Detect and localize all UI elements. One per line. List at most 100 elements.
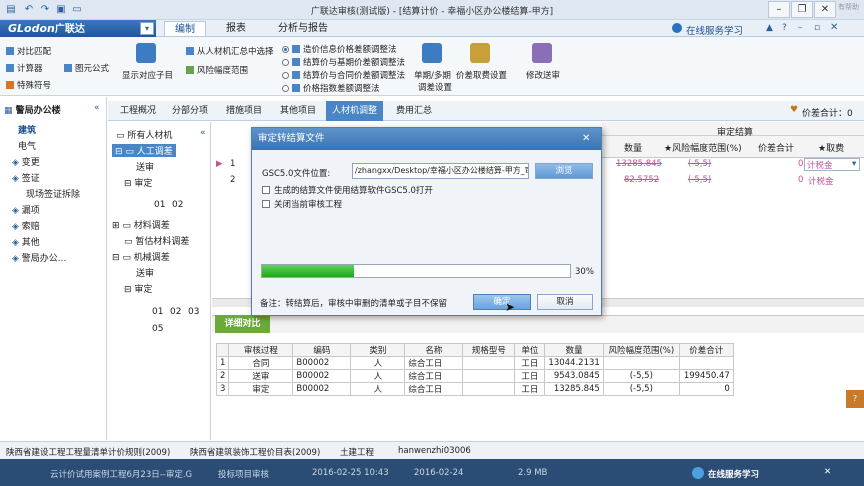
collapse-subtree-icon[interactable]: « [200, 128, 206, 138]
menu-report[interactable]: 报表 [216, 21, 256, 36]
tree-item-electric[interactable]: 电气 [18, 139, 36, 152]
fee-dropdown-icon[interactable]: ▾ [852, 159, 856, 169]
radio-selected-icon [282, 46, 289, 53]
tab-items[interactable]: 分部分项 [166, 101, 214, 121]
tab-overview[interactable]: 工程概况 [114, 101, 162, 121]
side-helper-icon[interactable]: ? [846, 390, 864, 408]
show-quota-button[interactable]: 显示对应子目 [122, 69, 173, 81]
compare-match-button[interactable]: 对比匹配 [6, 45, 51, 57]
radio-info-price[interactable]: 造价信息价格差额调整法 [282, 43, 397, 55]
table-row[interactable]: 1 合同 B00002 人综合工日 工日 13044.2131 [215, 356, 734, 370]
window-close-icon[interactable]: ✕ [830, 22, 838, 33]
risk-icon [186, 66, 194, 74]
show-quota-icon [136, 43, 156, 63]
tab-others[interactable]: 其他项目 [274, 101, 322, 121]
taskbar-close-icon[interactable]: ✕ [824, 467, 831, 477]
tree-item-claim[interactable]: ◈ 索赔 [12, 219, 40, 232]
subtree-labor[interactable]: ⊟ ▭ 人工调差 [112, 144, 176, 157]
modify-submit-button[interactable]: 修改送审 [526, 69, 560, 81]
radio-price-index[interactable]: 价格指数差额调整法 [282, 82, 380, 94]
window-restore-icon[interactable]: ▫ [814, 23, 820, 33]
adjust-settings-label[interactable]: 调差设置 [418, 81, 452, 93]
online-service-icon [672, 23, 682, 33]
close-project-checkbox[interactable]: 关闭当前审核工程 [262, 198, 342, 210]
tree-item-office[interactable]: ◈ 警局办公... [12, 251, 66, 264]
compare-icon [6, 47, 14, 55]
close-window-button[interactable]: ✕ [814, 1, 836, 18]
price-diff-settings-button[interactable]: 价差取费设置 [456, 69, 507, 81]
tab-material-adjust[interactable]: 人材机调整 [326, 101, 384, 121]
subtree-machine-01[interactable]: 01 [152, 307, 163, 317]
tree-item-change[interactable]: ◈ 变更 [12, 155, 40, 168]
subtree-estimate[interactable]: ▭ 暂估材料调差 [124, 234, 189, 247]
subtree-machine-03[interactable]: 03 [188, 307, 199, 317]
browse-button[interactable]: 浏览 [535, 163, 593, 179]
tree-item-architecture[interactable]: 建筑 [18, 123, 36, 136]
online-service-link[interactable]: 在线服务学习 [686, 23, 743, 37]
file-location-input[interactable]: /zhangxx/Desktop/幸福小区办公楼结算-甲方_审定.GSC5 [352, 163, 529, 179]
tree-root[interactable]: ▦ 警局办公楼 [4, 103, 61, 116]
subtree-material[interactable]: ⊞ ▭ 材料调差 [112, 218, 170, 231]
taskbar-online-learning[interactable]: 在线服务学习 [708, 468, 759, 480]
help-badge: 有帮助 [838, 3, 859, 11]
subtree-machine-02[interactable]: 02 [170, 307, 181, 317]
status-user: hanwenzhi03006 [398, 446, 471, 456]
collapse-left-icon[interactable]: « [94, 103, 100, 113]
subtree-machine[interactable]: ⊟ ▭ 机械调差 [112, 250, 170, 263]
calculator-button[interactable]: 计算器 [6, 62, 43, 74]
subtree-machine-submit[interactable]: 送审 [136, 266, 154, 279]
radio-base-price[interactable]: 结算价与基期价差额调整法 [282, 56, 405, 68]
subtree-labor-01[interactable]: 01 [154, 200, 165, 210]
menu-analysis[interactable]: 分析与报告 [268, 21, 338, 36]
minimize-ribbon-icon[interactable]: ▲ [766, 23, 773, 33]
subtree-labor-approved[interactable]: ⊟ 审定 [124, 176, 152, 189]
tree-item-site-visa[interactable]: 现场签证拆除 [26, 187, 80, 200]
select-from-summary-button[interactable]: 从人材机汇总中选择 [186, 45, 274, 57]
tab-measures[interactable]: 措施项目 [220, 101, 268, 121]
menu-edit[interactable]: 编制 [164, 21, 206, 36]
radio-contract-price[interactable]: 结算价与合同价差额调整法 [282, 69, 405, 81]
tree-item-other[interactable]: ◈ 其他 [12, 235, 40, 248]
building-icon: ▦ [4, 106, 13, 116]
open-with-gsc-checkbox[interactable]: 生成的结算文件使用结算软件GSC5.0打开 [262, 184, 433, 196]
content-tabs: 工程概况 分部分项 措施项目 其他项目 人材机调整 费用汇总 ♥ 价差合计：0 [108, 101, 864, 121]
special-symbol-button[interactable]: 特殊符号 [6, 79, 51, 91]
detail-table: 审核过程 编码 类别 名称 规格型号 单位 数量 风险幅度范围(%) 价差合计 … [215, 343, 734, 396]
subtree-machine-approved[interactable]: ⊟ 审定 [124, 282, 152, 295]
status-rule: 陕西省建设工程工程量清单计价规则(2009) [6, 448, 171, 458]
checkbox-icon [262, 186, 270, 194]
taskbar-project[interactable]: 投标项目审核 [218, 468, 269, 480]
help-icon[interactable]: ? [782, 23, 787, 33]
checkbox-icon [262, 200, 270, 208]
element-formula-button[interactable]: 图元公式 [64, 62, 109, 74]
subtree-all[interactable]: ▭ 所有人材机 [116, 128, 172, 141]
subtree-machine-05[interactable]: 05 [152, 324, 163, 334]
calculator-icon [6, 64, 14, 72]
tab-detail-compare[interactable]: 详细对比 [215, 315, 270, 333]
subtree-labor-submit[interactable]: 送审 [136, 160, 154, 173]
single-multi-period-button[interactable]: 单期/多期 [414, 69, 451, 81]
ribbon-toolbar: 对比匹配 计算器 图元公式 特殊符号 显示对应子目 从人材机汇总中选择 风险幅度… [0, 37, 864, 96]
taskbar-file[interactable]: 云计价试用案例工程6月23日--审定.G [50, 468, 192, 480]
project-tree: ▦ 警局办公楼 « 建筑 电气 ◈ 变更 ◈ 签证 现场签证拆除 ◈ 漏项 ◈ … [0, 97, 107, 440]
logo-dropdown-icon[interactable]: ▾ [140, 22, 154, 35]
minimize-button[interactable]: – [768, 1, 790, 18]
risk-range-button[interactable]: 风险幅度范围 [186, 64, 248, 76]
dialog-close-icon[interactable]: ✕ [582, 133, 590, 144]
table-row[interactable]: 2 送审 B00002 人综合工日 工日 9543.0845 (-5,5) 199450.47 [215, 369, 734, 383]
cancel-button[interactable]: 取消 [537, 294, 593, 310]
single-multi-period-icon [422, 43, 442, 63]
restore-button[interactable]: ❐ [791, 1, 813, 18]
tree-item-visa[interactable]: ◈ 签证 [12, 171, 40, 184]
title-bar: ▤ ↶ ↷ ▣ ▭ 广联达审核(测试版) - [结算计价 - 幸福小区办公楼结算… [0, 0, 864, 20]
progress-text: 30% [575, 267, 594, 277]
tab-fee-summary[interactable]: 费用汇总 [390, 101, 438, 121]
tree-item-missing[interactable]: ◈ 漏项 [12, 203, 40, 216]
ok-button[interactable]: 确定 [473, 294, 531, 310]
window-min-icon[interactable]: – [798, 23, 803, 33]
app-logo: GLodon广联达 [0, 20, 156, 37]
subtree-labor-02[interactable]: 02 [172, 200, 183, 210]
status-project-type: 土建工程 [340, 448, 375, 458]
table-row[interactable]: 3 审定 B00002 人综合工日 工日 13285.845 (-5,5) 0 [215, 382, 734, 396]
status-bar: 陕西省建设工程工程量清单计价规则(2009) 陕西省建筑装饰工程价目表(2009… [0, 441, 864, 459]
